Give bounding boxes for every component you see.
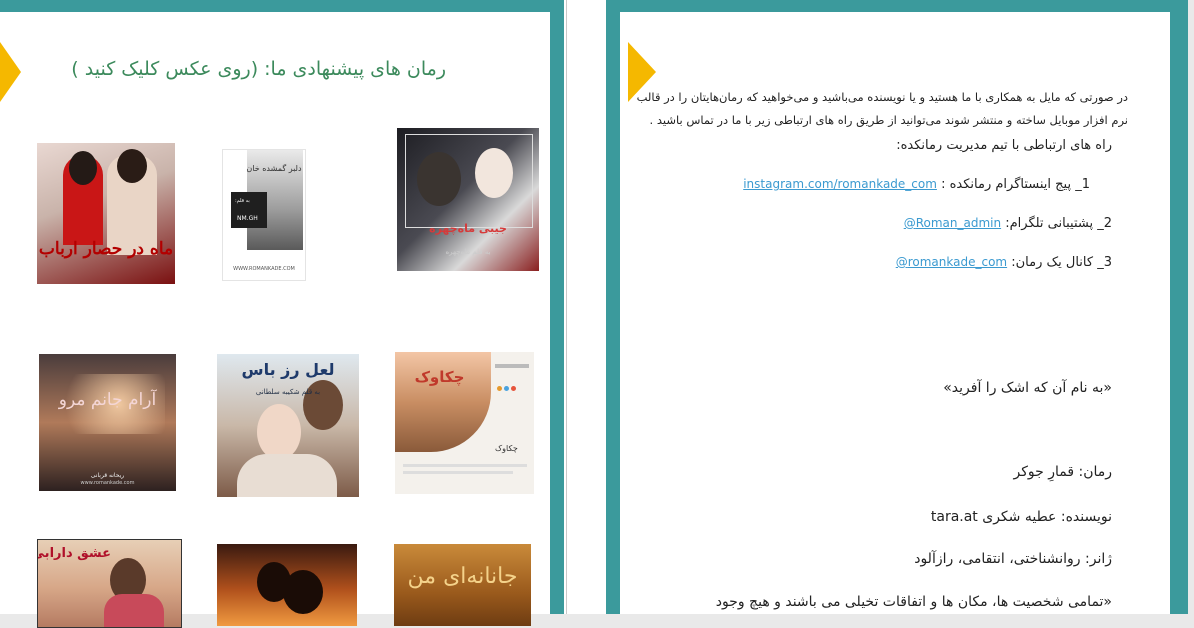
cover-byline: به قلم شکیبه سلطانی — [255, 388, 321, 396]
cover-title: لعل رز باس — [241, 360, 335, 379]
book-cover[interactable]: جیبی ماه‌چهره به قلم ماه‌چهره — [397, 128, 539, 271]
cover-title: ماه در حصار ارباب — [38, 239, 174, 259]
cover-title: عشق دارابی — [37, 546, 111, 561]
cover-title: چکاوک — [414, 368, 465, 386]
contact-channel: 3_ کانال یک رمان: romankade_com@ — [896, 255, 1112, 270]
contact-label: 3_ کانال یک رمان: — [1011, 255, 1112, 270]
contact-heading: راه های ارتباطی با تیم مدیریت رمانکده: — [896, 138, 1112, 153]
contact-instagram: 1_ پیج اینستاگرام رمانکده : instagram.co… — [743, 177, 1090, 192]
book-cover[interactable]: چکاوک چکاوک — [395, 352, 534, 494]
cover-site: WWW.ROMANKADE.COM — [233, 266, 295, 272]
genre-line: ژانر: روانشناختی، انتقامی، رازآلود — [914, 551, 1112, 567]
contact-label: 2_ پشتیبانی تلگرام: — [1005, 216, 1112, 231]
telegram-link[interactable]: Roman_admin@ — [904, 216, 1001, 230]
book-cover[interactable]: عشق دارابی — [37, 539, 182, 628]
channel-link[interactable]: romankade_com@ — [896, 255, 1007, 269]
cover-caption: به قلم ماه‌چهره — [445, 248, 491, 256]
book-cover[interactable]: ماه در حصار ارباب — [37, 143, 175, 284]
contact-label: 1_ پیج اینستاگرام رمانکده : — [941, 177, 1090, 192]
left-page-body: رمان های پیشنهادی ما: (روی عکس کلیک کنید… — [0, 12, 550, 628]
book-cover[interactable]: دلبر گمشده خان به قلم: NM.GH WWW.ROMANKA… — [222, 149, 306, 281]
page-gap — [564, 0, 606, 614]
disclaimer-line: «تمامی شخصیت ها، مکان ها و اتفاقات تخیلی… — [715, 594, 1112, 610]
left-page: رمان های پیشنهادی ما: (روی عکس کلیک کنید… — [0, 0, 564, 628]
book-cover[interactable]: آرام جانم مرو ریحانه قربانی www.romankad… — [39, 354, 176, 491]
cover-author: ریحانه قربانی — [90, 472, 125, 479]
intro-paragraph: در صورتی که مایل به همکاری با ما هستید و… — [636, 90, 1128, 127]
dedication: «به نام آن که اشک را آفرید» — [943, 380, 1112, 396]
novel-title-line: رمان: قمارِ جوکر — [1013, 464, 1112, 480]
instagram-link[interactable]: instagram.com/romankade_com — [743, 177, 937, 191]
cover-byline: به قلم: — [235, 198, 250, 204]
yellow-tab-marker — [0, 42, 21, 102]
book-cover[interactable]: لعل رز باس به قلم شکیبه سلطانی — [217, 354, 359, 497]
suggestions-title: رمان های پیشنهادی ما: (روی عکس کلیک کنید… — [71, 58, 446, 80]
right-page-body: در صورتی که مایل به همکاری با ما هستید و… — [620, 12, 1170, 614]
contact-telegram: 2_ پشتیبانی تلگرام: Roman_admin@ — [904, 216, 1112, 231]
cover-title: دلبر گمشده خان — [246, 164, 302, 173]
cover-title: جیبی ماه‌چهره — [429, 222, 507, 235]
cover-site: www.romankade.com — [80, 480, 135, 486]
cover-title: جانانه‌ای من — [407, 564, 518, 589]
cover-author: NM.GH — [237, 215, 258, 222]
cover-title: آرام جانم مرو — [58, 390, 157, 410]
cover-subtitle: چکاوک — [495, 444, 518, 453]
right-page: در صورتی که مایل به همکاری با ما هستید و… — [606, 0, 1188, 614]
author-line: نویسنده: عطیه شکری tara.at — [930, 509, 1112, 525]
